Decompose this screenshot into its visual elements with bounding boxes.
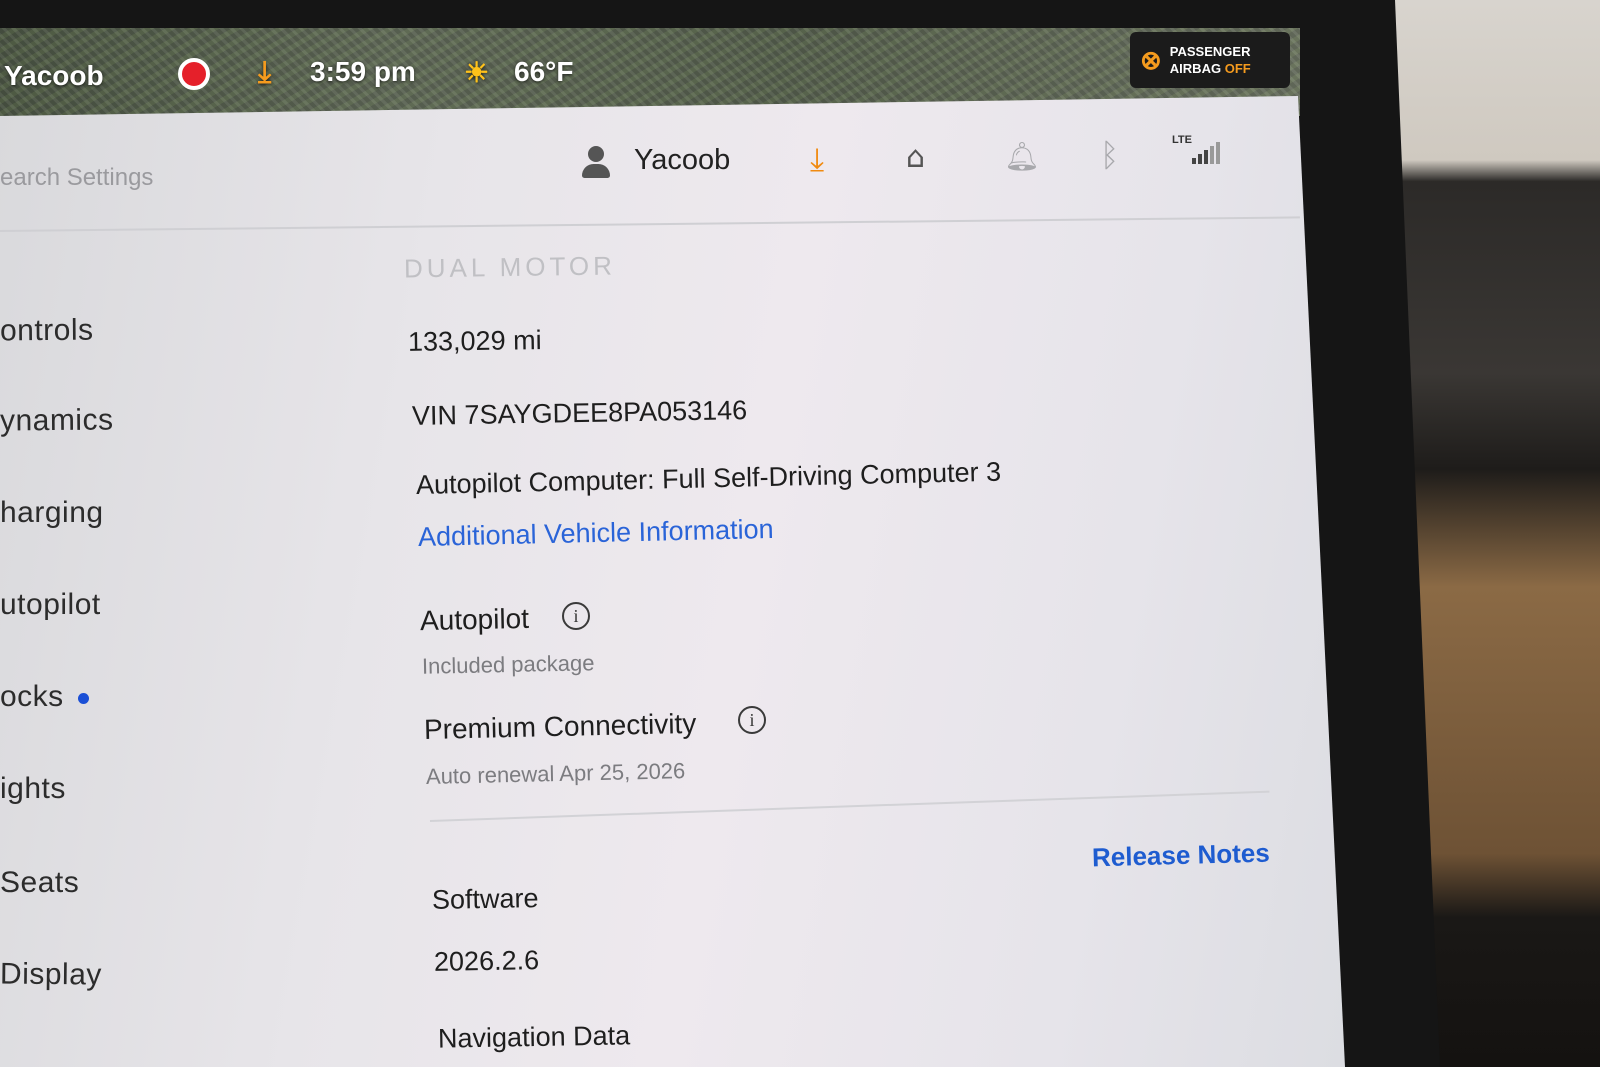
status-time: 3:59 pm [310, 56, 416, 87]
airbag-line-2: AIRBAG OFF [1170, 60, 1251, 77]
sidebar-item-lights[interactable]: ights [0, 772, 66, 806]
unread-dot-badge [77, 692, 89, 704]
sidebar-item-label: ights [0, 772, 66, 805]
sidebar-item-dynamics[interactable]: ynamics [0, 404, 114, 439]
sun-icon: ☀ [464, 57, 490, 88]
airbag-label: PASSENGER AIRBAG OFF [1170, 43, 1251, 77]
sidebar-item-locks[interactable]: ocks [0, 680, 89, 714]
header-user-name[interactable]: Yacoob [634, 144, 730, 177]
record-icon[interactable] [178, 58, 210, 90]
airbag-off-icon: ⊗ [1140, 44, 1162, 75]
connectivity-info-icon[interactable]: i [738, 706, 766, 734]
airbag-line-2-prefix: AIRBAG [1169, 61, 1222, 76]
lte-label: LTE [1172, 134, 1192, 146]
search-input[interactable]: earch Settings [0, 164, 153, 192]
download-icon[interactable]: ⤓ [258, 56, 271, 90]
sidebar-item-seats[interactable]: Seats [0, 866, 79, 900]
sidebar-item-label: ontrols [0, 313, 94, 348]
sidebar-item-label: ynamics [0, 403, 114, 438]
software-version: 2026.2.6 [433, 945, 540, 977]
signal-strength-icon [1192, 140, 1222, 164]
sidebar-item-label: harging [0, 496, 104, 529]
autopilot-package-title: Autopilot [419, 602, 530, 637]
navigation-data-title: Navigation Data [437, 1020, 631, 1054]
autopilot-info-icon[interactable]: i [562, 602, 590, 630]
odometer-value: 133,029 mi [407, 325, 542, 357]
release-notes-link[interactable]: Release Notes [1092, 838, 1271, 874]
sidebar-item-charging[interactable]: harging [0, 496, 104, 530]
sidebar-item-label: utopilot [0, 588, 101, 621]
notification-bell-icon[interactable]: 🔔︎ [1004, 140, 1040, 173]
sidebar-item-autopilot[interactable]: utopilot [0, 588, 101, 622]
software-download-icon[interactable]: ⤓ [810, 140, 824, 179]
autopilot-package-subtitle: Included package [421, 650, 595, 679]
vin-value: VIN 7SAYGDEE8PA053146 [411, 395, 748, 431]
premium-connectivity-title: Premium Connectivity [423, 707, 697, 745]
sidebar-item-label: Seats [0, 866, 80, 899]
vehicle-model-badge: DUAL MOTOR [403, 250, 617, 284]
user-profile-icon[interactable] [582, 146, 610, 180]
sidebar-item-display[interactable]: Display [0, 957, 102, 992]
status-user-name[interactable]: Yacoob [4, 60, 104, 92]
sidebar-item-label: Display [0, 957, 103, 992]
sidebar-item-label: ocks [0, 680, 64, 713]
airbag-state: OFF [1224, 61, 1251, 76]
airbag-line-1: PASSENGER [1169, 44, 1251, 59]
bluetooth-icon[interactable]: ᛒ [1100, 136, 1119, 174]
status-temperature: 66°F [514, 56, 574, 87]
settings-panel [0, 96, 1345, 1067]
passenger-airbag-indicator: ⊗ PASSENGER AIRBAG OFF [1130, 32, 1290, 88]
homelink-garage-icon[interactable]: ⌂ [906, 140, 925, 175]
sidebar-item-controls[interactable]: ontrols [0, 314, 94, 349]
software-title: Software [431, 883, 539, 915]
